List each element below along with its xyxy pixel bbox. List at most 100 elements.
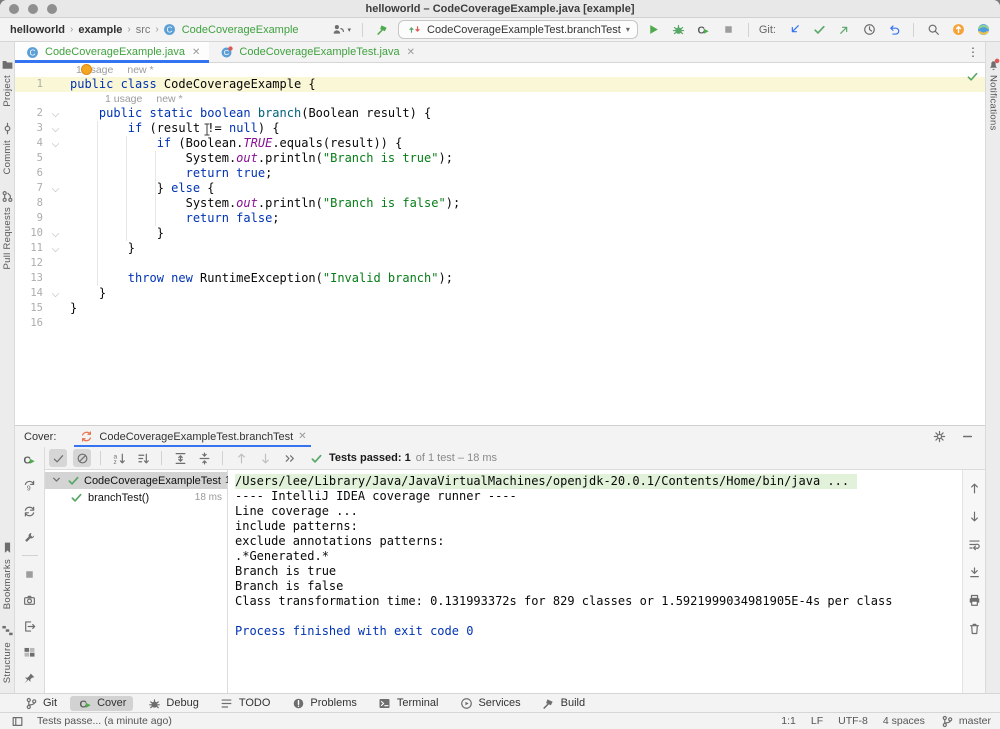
line-number[interactable]: 12 [15, 256, 48, 271]
line-number[interactable]: 10 [15, 226, 48, 241]
code-text[interactable]: if (Boolean.TRUE.equals(result)) { [64, 136, 402, 151]
gutter-fold-area[interactable] [48, 121, 64, 136]
editor-options-menu-icon[interactable]: ⋮ [967, 45, 979, 59]
run-console[interactable]: /Users/lee/Library/Java/JavaVirtualMachi… [228, 470, 962, 693]
status-message[interactable]: Tests passe... (a minute ago) [37, 715, 172, 727]
code-text[interactable]: return true; [64, 166, 272, 181]
history-button[interactable] [860, 21, 878, 39]
inspections-ok-check-icon[interactable] [964, 68, 980, 84]
code-text[interactable]: } [64, 301, 77, 316]
run-button[interactable] [645, 21, 663, 39]
search-button[interactable] [924, 21, 942, 39]
exit-button[interactable] [21, 617, 39, 635]
test-tree-row[interactable]: CodeCoverageExampleTest18ms [45, 472, 227, 489]
fold-marker-icon[interactable] [52, 125, 60, 133]
updates-button[interactable] [949, 21, 967, 39]
gutter-fold-area[interactable] [48, 241, 64, 256]
line-number[interactable]: 16 [15, 316, 48, 331]
line-number[interactable]: 9 [15, 211, 48, 226]
soft-wrap-button[interactable] [965, 535, 983, 553]
sidebar-item-pull-requests[interactable]: Pull Requests [0, 188, 15, 270]
clear-all-trash-button[interactable] [965, 619, 983, 637]
rollback-button[interactable] [885, 21, 903, 39]
breadcrumb-item-src[interactable]: src [134, 24, 153, 36]
line-number[interactable]: 2 [15, 106, 48, 121]
fold-marker-icon[interactable] [52, 245, 60, 253]
code-text[interactable]: public static boolean branch(Boolean res… [64, 106, 431, 121]
tool-window-button-cover[interactable]: CCover [70, 696, 133, 711]
line-number[interactable]: 14 [15, 286, 48, 301]
breadcrumb-item-helloworld[interactable]: helloworld [8, 24, 67, 36]
expand-all-button[interactable] [171, 449, 189, 467]
code-text[interactable]: System.out.println("Branch is false"); [64, 196, 460, 211]
next-failed-button[interactable] [256, 449, 274, 467]
sidebar-item-bookmarks[interactable]: Bookmarks [0, 540, 15, 609]
code-text[interactable] [64, 256, 70, 271]
gutter-fold-area[interactable] [48, 196, 64, 211]
gutter-fold-area[interactable] [48, 211, 64, 226]
gutter-fold-area[interactable] [48, 166, 64, 181]
code-text[interactable]: } else { [64, 181, 215, 196]
line-number[interactable]: 3 [15, 121, 48, 136]
fold-marker-icon[interactable] [52, 230, 60, 238]
code-text[interactable]: } [64, 241, 135, 256]
status-widget-4-spaces[interactable]: 4 spaces [883, 715, 925, 727]
tool-window-button-debug[interactable]: Debug [139, 696, 205, 711]
line-number[interactable]: 15 [15, 301, 48, 316]
scroll-to-end-button[interactable] [965, 563, 983, 581]
code-text[interactable]: System.out.println("Branch is true"); [64, 151, 453, 166]
close-tab-icon[interactable]: ✕ [407, 47, 415, 58]
build-project-button[interactable] [373, 21, 391, 39]
line-number[interactable]: 11 [15, 241, 48, 256]
stop-button[interactable] [21, 565, 39, 583]
line-number[interactable]: 7 [15, 181, 48, 196]
tool-window-widget-icon[interactable] [9, 713, 25, 729]
line-number[interactable]: 8 [15, 196, 48, 211]
sidebar-item-commit[interactable]: Commit [0, 121, 15, 175]
line-number[interactable]: 4 [15, 136, 48, 151]
hide-panel-icon[interactable] [959, 429, 975, 445]
gutter-fold-area[interactable] [48, 136, 64, 151]
gutter-fold-area[interactable] [48, 181, 64, 196]
more-chevrons-button[interactable] [280, 449, 298, 467]
fold-marker-icon[interactable] [52, 140, 60, 148]
sort-alphabetically-button[interactable]: az [110, 449, 128, 467]
gutter-fold-area[interactable] [48, 77, 64, 92]
sidebar-item-notifications[interactable]: Notifications [985, 56, 1000, 131]
status-widget-lf[interactable]: LF [811, 715, 823, 727]
minimize-window-button[interactable] [28, 4, 38, 14]
sidebar-item-structure[interactable]: Structure [0, 623, 15, 683]
fold-marker-icon[interactable] [52, 110, 60, 118]
status-widget-utf-8[interactable]: UTF-8 [838, 715, 868, 727]
print-button[interactable] [965, 591, 983, 609]
tree-expand-chevron-icon[interactable] [50, 473, 63, 489]
fold-marker-icon[interactable] [52, 185, 60, 193]
code-text[interactable] [64, 316, 70, 331]
collapse-all-button[interactable] [195, 449, 213, 467]
breadcrumb-item-codecoverageexample[interactable]: CodeCoverageExample [180, 24, 301, 36]
thread-dump-camera-button[interactable] [21, 591, 39, 609]
show-passed-button[interactable] [49, 449, 67, 467]
fold-marker-icon[interactable] [52, 290, 60, 298]
gutter-fold-area[interactable] [48, 226, 64, 241]
test-settings-wrench-button[interactable] [21, 528, 39, 546]
breadcrumb-item-example[interactable]: example [76, 24, 124, 36]
run-configuration-select[interactable]: CodeCoverageExampleTest.branchTest▾ [398, 20, 638, 39]
gutter-fold-area[interactable] [48, 301, 64, 316]
gear-icon[interactable] [931, 429, 947, 445]
intention-bulb-icon[interactable] [81, 64, 92, 75]
usage-hint[interactable]: 1 usage [105, 93, 142, 105]
code-text[interactable]: throw new RuntimeException("Invalid bran… [64, 271, 453, 286]
rerun-failed-tests-button[interactable]: 9 [21, 476, 39, 494]
code-text[interactable]: } [64, 286, 106, 301]
sort-by-duration-button[interactable] [134, 449, 152, 467]
code-editor[interactable]: 1 usagenew *1public class CodeCoverageEx… [15, 63, 985, 425]
run-with-coverage-button[interactable]: C [695, 21, 713, 39]
rerun-coverage-button[interactable]: C [21, 450, 39, 468]
pin-button[interactable] [21, 669, 39, 687]
gutter-fold-area[interactable] [48, 316, 64, 331]
update-project-button[interactable] [785, 21, 803, 39]
coverage-tab[interactable]: CodeCoverageExampleTest.branchTest ✕ [74, 426, 310, 447]
gutter-fold-area[interactable] [48, 256, 64, 271]
gutter-fold-area[interactable] [48, 271, 64, 286]
